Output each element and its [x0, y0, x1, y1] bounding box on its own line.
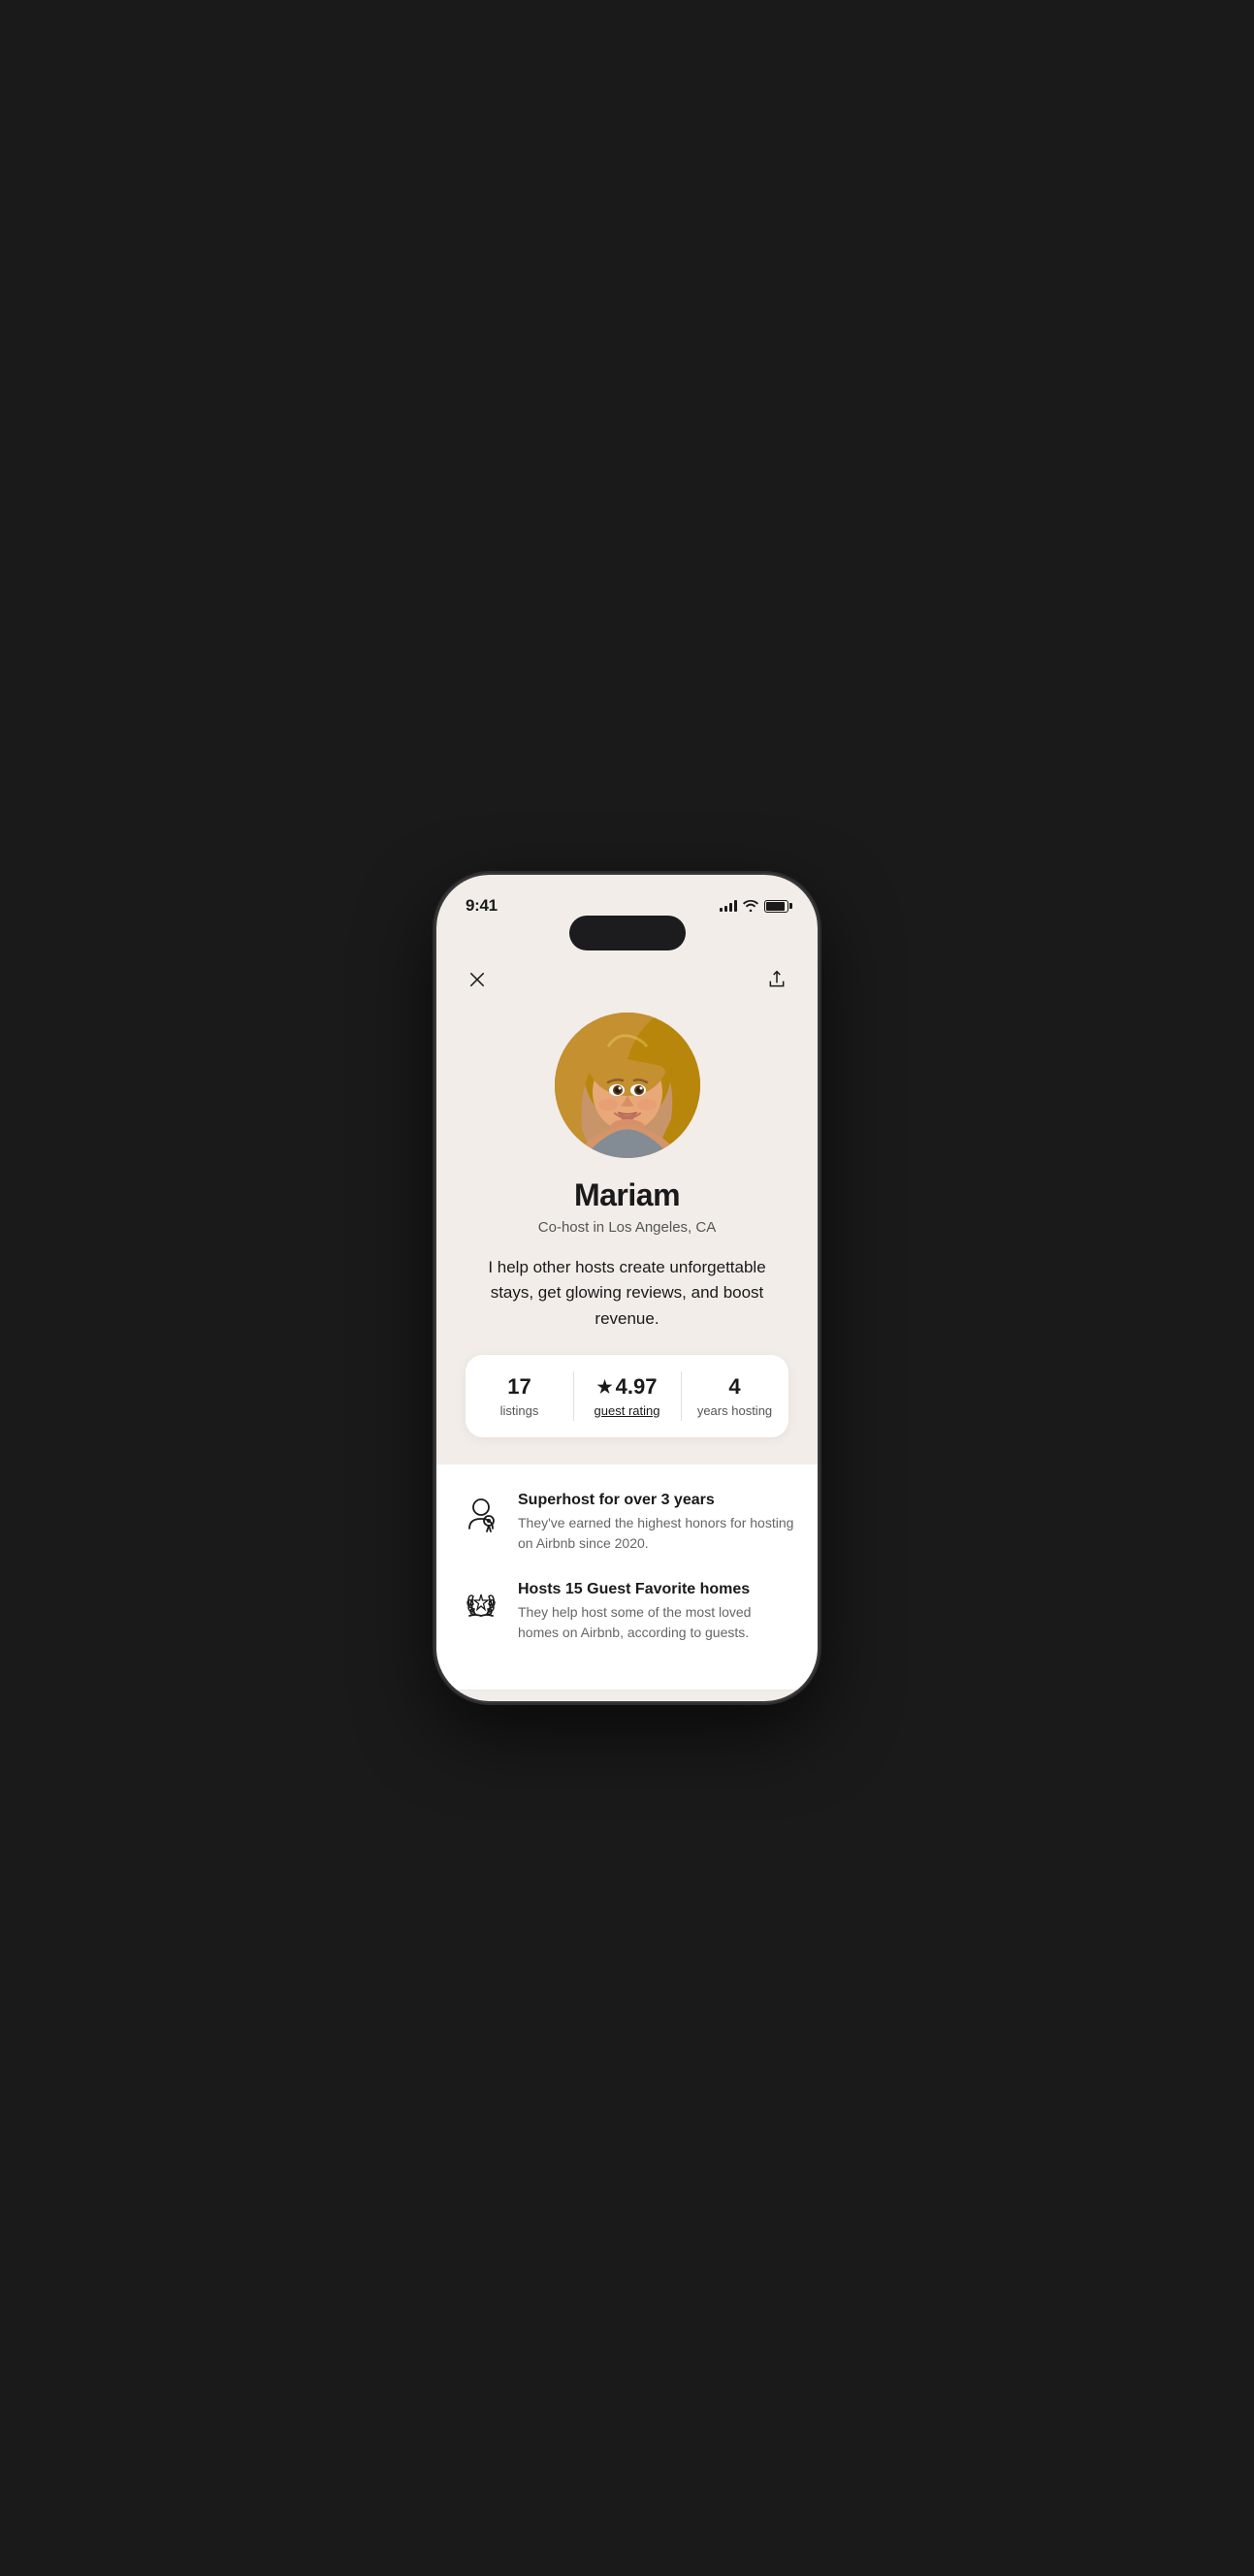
superhost-badge: Superhost for over 3 years They've earne…: [460, 1492, 794, 1554]
years-label: years hosting: [697, 1403, 772, 1418]
bottom-section: Superhost for over 3 years They've earne…: [436, 1465, 818, 1690]
battery-icon: [764, 900, 788, 913]
scroll-content[interactable]: Mariam Co-host in Los Angeles, CA I help…: [436, 1005, 818, 1701]
status-time: 9:41: [466, 896, 498, 916]
host-bio: I help other hosts create unforgettable …: [466, 1255, 788, 1332]
stats-card: 17 listings ★4.97 guest rating 4 years h…: [466, 1355, 788, 1437]
rating-value: ★4.97: [597, 1374, 658, 1400]
star-icon: ★: [597, 1377, 613, 1398]
nav-bar: [436, 950, 818, 1005]
superhost-desc: They've earned the highest honors for ho…: [518, 1513, 794, 1554]
guest-favorite-icon: [460, 1583, 502, 1626]
screen: 9:41: [436, 875, 818, 1701]
superhost-text: Superhost for over 3 years They've earne…: [518, 1492, 794, 1554]
host-location: Co-host in Los Angeles, CA: [538, 1219, 716, 1236]
superhost-title: Superhost for over 3 years: [518, 1492, 794, 1509]
guest-favorite-text: Hosts 15 Guest Favorite homes They help …: [518, 1581, 794, 1643]
profile-section: Mariam Co-host in Los Angeles, CA I help…: [436, 1005, 818, 1465]
rating-label: guest rating: [595, 1403, 660, 1418]
signal-icon: [720, 900, 737, 912]
share-icon: [767, 970, 787, 989]
close-button[interactable]: [460, 962, 495, 997]
avatar: [555, 1013, 700, 1158]
years-value: 4: [728, 1374, 740, 1400]
dynamic-island: [569, 916, 686, 950]
stat-listings: 17 listings: [466, 1355, 573, 1437]
close-icon: [467, 970, 487, 989]
host-name: Mariam: [574, 1177, 680, 1213]
guest-favorite-badge: Hosts 15 Guest Favorite homes They help …: [460, 1581, 794, 1643]
guest-favorite-title: Hosts 15 Guest Favorite homes: [518, 1581, 794, 1598]
stat-rating[interactable]: ★4.97 guest rating: [573, 1355, 681, 1437]
listings-value: 17: [507, 1374, 531, 1400]
guest-favorite-desc: They help host some of the most loved ho…: [518, 1602, 794, 1643]
listings-label: listings: [500, 1403, 539, 1418]
wifi-icon: [743, 900, 758, 912]
stat-years: 4 years hosting: [681, 1355, 788, 1437]
phone-frame: 9:41: [436, 875, 818, 1701]
share-button[interactable]: [759, 962, 794, 997]
status-icons: [720, 900, 788, 913]
superhost-icon: [460, 1494, 502, 1536]
